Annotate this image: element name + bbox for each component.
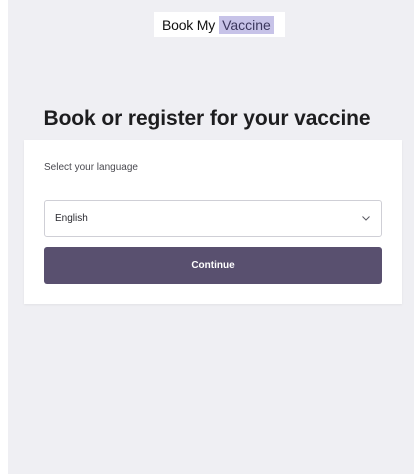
language-card: Select your language English Continue — [24, 140, 402, 304]
logo-text-highlight: Vaccine — [219, 15, 274, 34]
chevron-down-icon — [361, 214, 371, 224]
site-logo[interactable]: Book My Vaccine — [154, 12, 285, 37]
page-title: Book or register for your vaccine — [43, 107, 371, 131]
language-label: Select your language — [44, 162, 138, 173]
language-select[interactable]: English — [44, 200, 382, 237]
language-select-value: English — [55, 213, 88, 224]
continue-button[interactable]: Continue — [44, 247, 382, 284]
logo-text-primary: Book My — [162, 16, 216, 33]
